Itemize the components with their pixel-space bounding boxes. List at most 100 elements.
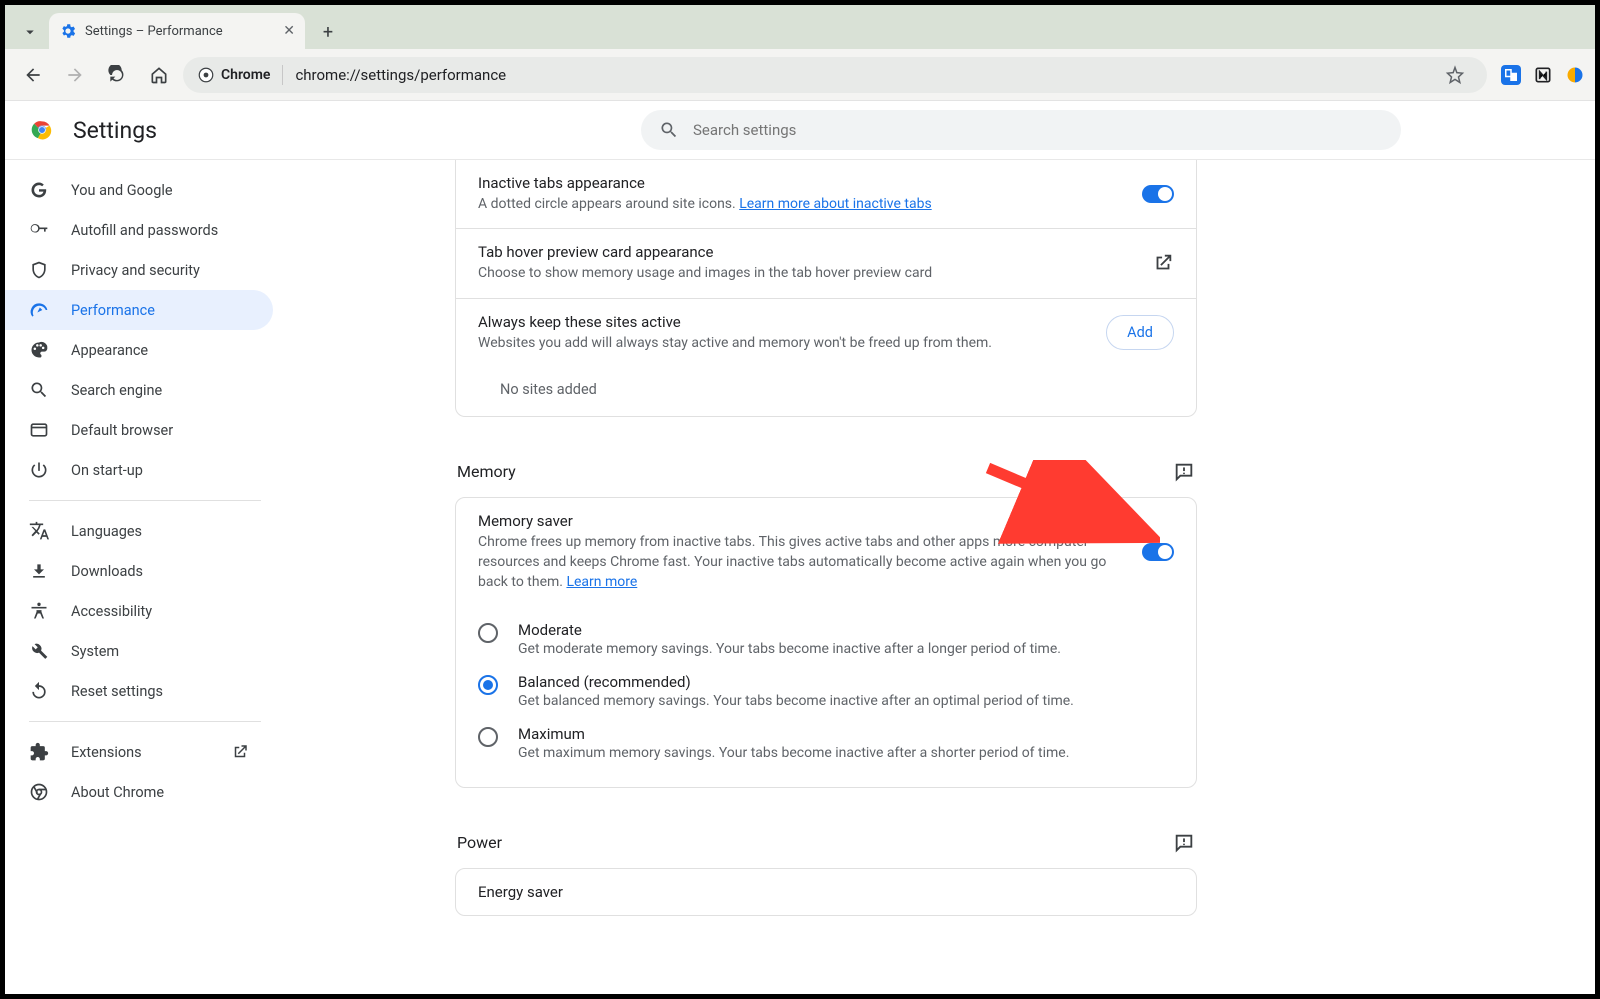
radio-maximum[interactable]: MaximumGet maximum memory savings. Your … [456,717,1196,769]
swirl-icon [1565,65,1585,85]
sidebar-item-autofill[interactable]: Autofill and passwords [5,210,273,250]
settings-sidebar: You and Google Autofill and passwords Pr… [5,160,285,994]
sidebar-item-about-chrome[interactable]: About Chrome [5,772,273,812]
browser-tab[interactable]: Settings – Performance ✕ [49,13,305,49]
radio-balanced[interactable]: Balanced (recommended)Get balanced memor… [456,665,1196,717]
setting-subtitle: Chrome frees up memory from inactive tab… [478,532,1126,593]
radio-title: Moderate [518,621,1061,639]
chrome-outline-icon [29,782,49,802]
learn-more-link[interactable]: Learn more [566,574,637,590]
sidebar-item-accessibility[interactable]: Accessibility [5,591,273,631]
palette-icon [29,340,49,360]
chrome-logo-icon [29,117,55,143]
chrome-logo-icon [197,66,215,84]
google-g-icon [29,180,49,200]
sidebar-item-downloads[interactable]: Downloads [5,551,273,591]
power-card: Energy saver [455,868,1197,916]
home-button[interactable] [141,57,177,93]
sidebar-item-languages[interactable]: Languages [5,511,273,551]
setting-title: Tab hover preview card appearance [478,243,1136,261]
toggle-memory-saver[interactable] [1142,543,1174,561]
sidebar-item-reset[interactable]: Reset settings [5,671,273,711]
power-icon [29,460,49,480]
page-title: Settings [73,117,157,144]
open-in-new-icon [1152,252,1174,274]
sidebar-item-label: Privacy and security [71,262,200,279]
site-chip-label: Chrome [221,67,270,83]
extension-icon-3[interactable] [1565,65,1585,85]
home-icon [149,65,169,85]
sidebar-item-performance[interactable]: Performance [5,290,273,330]
sidebar-item-extensions[interactable]: Extensions [5,732,273,772]
sidebar-item-appearance[interactable]: Appearance [5,330,273,370]
feedback-icon[interactable] [1173,461,1195,483]
setting-subtitle: Choose to show memory usage and images i… [478,263,1136,283]
arrow-right-icon [65,65,85,85]
section-title: Power [457,833,502,852]
bookmark-button[interactable] [1437,57,1473,93]
translate-icon [1502,66,1520,84]
tab-close-button[interactable]: ✕ [283,23,295,39]
accessibility-icon [29,601,49,621]
gear-icon [59,22,77,40]
site-chip[interactable]: Chrome [197,65,285,85]
section-title: Memory [457,462,516,481]
settings-content: Inactive tabs appearance A dotted circle… [285,160,1595,994]
key-icon [29,220,49,240]
reload-icon [107,65,127,85]
download-icon [29,561,49,581]
setting-subtitle: Websites you add will always stay active… [478,333,1090,353]
setting-title: Energy saver [478,883,1174,901]
sidebar-item-privacy[interactable]: Privacy and security [5,250,273,290]
setting-title: Always keep these sites active [478,313,1090,331]
add-site-button[interactable]: Add [1106,315,1174,350]
toggle-inactive-tabs[interactable] [1142,185,1174,203]
reset-icon [29,681,49,701]
browser-toolbar: Chrome chrome://settings/performance [5,49,1595,101]
setting-row-keep-active: Always keep these sites active Websites … [456,298,1196,367]
setting-row-energy-saver: Energy saver [456,869,1196,915]
tab-title: Settings – Performance [85,24,223,39]
feedback-icon[interactable] [1173,832,1195,854]
radio-icon [478,727,498,747]
window-tabstrip: Settings – Performance ✕ + [5,5,1595,49]
settings-search[interactable] [641,110,1401,150]
notion-icon [1533,65,1553,85]
sidebar-item-system[interactable]: System [5,631,273,671]
sidebar-item-default-browser[interactable]: Default browser [5,410,273,450]
sidebar-item-search-engine[interactable]: Search engine [5,370,273,410]
setting-subtitle: A dotted circle appears around site icon… [478,194,1126,214]
search-icon [29,380,49,400]
arrow-left-icon [23,65,43,85]
sidebar-item-label: Search engine [71,382,162,399]
wrench-icon [29,641,49,661]
radio-icon [478,623,498,643]
radio-icon [478,675,498,695]
new-tab-button[interactable]: + [311,15,345,49]
reload-button[interactable] [99,57,135,93]
sidebar-item-label: Reset settings [71,683,163,700]
sidebar-item-on-startup[interactable]: On start-up [5,450,273,490]
tab-search-button[interactable] [13,15,47,49]
open-in-new-icon [231,743,249,761]
section-header-power: Power [455,812,1197,868]
sidebar-item-label: On start-up [71,462,143,479]
extension-icon-1[interactable] [1501,65,1521,85]
empty-sites-text: No sites added [456,367,1196,416]
sidebar-item-label: System [71,643,119,660]
speedometer-icon [29,300,49,320]
setting-row-hover-preview[interactable]: Tab hover preview card appearance Choose… [456,228,1196,297]
radio-moderate[interactable]: ModerateGet moderate memory savings. You… [456,613,1196,665]
toolbar-right-icons [1501,65,1585,85]
setting-title: Memory saver [478,512,1126,530]
back-button[interactable] [15,57,51,93]
settings-search-input[interactable] [691,120,1383,140]
settings-header: Settings [5,101,1595,160]
sidebar-item-label: Appearance [71,342,148,359]
sidebar-item-you-and-google[interactable]: You and Google [5,170,273,210]
learn-more-link[interactable]: Learn more about inactive tabs [739,196,931,212]
extension-icon-2[interactable] [1533,65,1553,85]
shield-icon [29,260,49,280]
forward-button[interactable] [57,57,93,93]
address-bar[interactable]: Chrome chrome://settings/performance [183,57,1487,93]
